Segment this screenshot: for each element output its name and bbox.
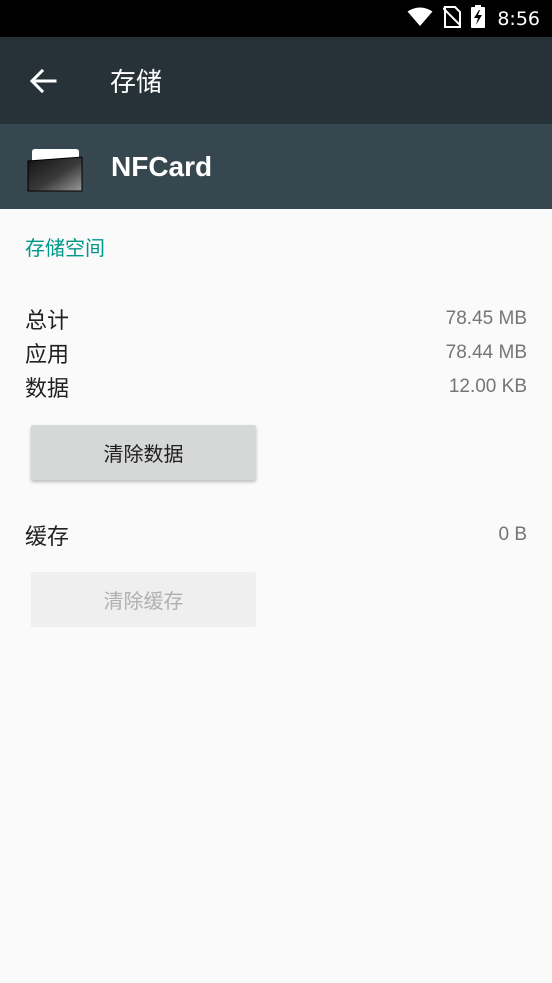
row-value: 78.44 MB [445, 342, 527, 363]
page-title: 存储 [110, 68, 163, 98]
row-label: 缓存 [25, 525, 70, 550]
arrow-back-icon [29, 68, 57, 94]
storage-row-app: 应用 78.44 MB [25, 336, 527, 370]
clear-data-button[interactable]: 清除数据 [31, 425, 256, 480]
status-bar: 8:56 [0, 0, 552, 37]
battery-charging-icon [471, 5, 486, 32]
app-header: NFCard [0, 124, 552, 209]
status-time: 8:56 [497, 7, 540, 30]
row-label: 应用 [25, 343, 70, 368]
row-label: 数据 [25, 377, 70, 402]
wifi-icon [407, 7, 433, 31]
row-label: 总计 [25, 309, 70, 334]
status-icons: 8:56 [407, 0, 540, 37]
cache-row: 缓存 0 B [25, 518, 527, 552]
row-value: 0 B [498, 524, 527, 545]
clear-cache-button[interactable]: 清除缓存 [31, 572, 256, 627]
nfcard-app-icon [26, 146, 86, 194]
row-value: 12.00 KB [448, 376, 527, 397]
app-bar: 存储 [0, 37, 552, 124]
storage-section-title: 存储空间 [25, 236, 105, 260]
back-button[interactable] [20, 58, 66, 104]
app-name: NFCard [111, 150, 213, 182]
no-sim-icon [442, 5, 463, 32]
storage-row-total: 总计 78.45 MB [25, 302, 527, 336]
row-value: 78.45 MB [445, 308, 527, 329]
storage-row-data: 数据 12.00 KB [25, 370, 527, 404]
